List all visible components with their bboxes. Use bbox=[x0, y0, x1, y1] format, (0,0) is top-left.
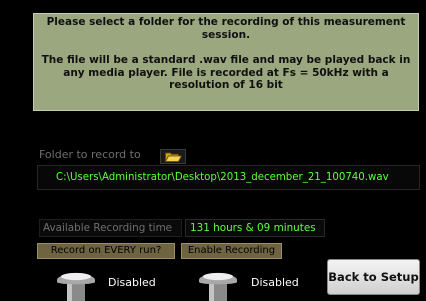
folder-label: Folder to record to bbox=[39, 148, 141, 161]
recording-switch-1[interactable] bbox=[54, 270, 98, 301]
switch-1-status: Disabled bbox=[108, 276, 156, 289]
enable-recording-toggle[interactable]: Enable Recording bbox=[181, 243, 282, 259]
recording-time-label: Available Recording time bbox=[39, 219, 182, 237]
instructions-details: The file will be a standard .wav file an… bbox=[41, 54, 411, 92]
recording-time-value: 131 hours & 09 minutes bbox=[185, 219, 325, 237]
recording-switch-2[interactable] bbox=[196, 270, 240, 301]
back-to-setup-button[interactable]: Back to Setup bbox=[327, 259, 420, 295]
switch-2-status: Disabled bbox=[251, 276, 299, 289]
file-path-field[interactable]: C:\Users\Administrator\Desktop\2013_dece… bbox=[37, 165, 420, 190]
browse-folder-button[interactable] bbox=[160, 149, 186, 164]
record-every-run-toggle[interactable]: Record on EVERY run? bbox=[37, 243, 175, 259]
instructions-title: Please select a folder for the recording… bbox=[46, 16, 406, 41]
folder-open-icon bbox=[165, 152, 182, 162]
instructions-panel: Please select a folder for the recording… bbox=[33, 13, 419, 111]
